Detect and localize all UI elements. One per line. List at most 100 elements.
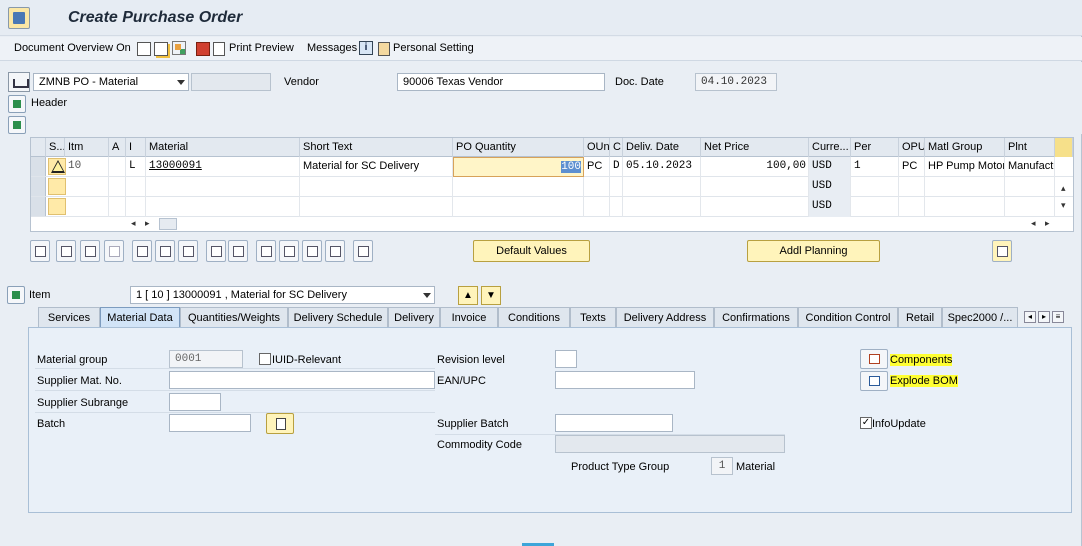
next-item-icon[interactable]: ▼ xyxy=(481,286,501,305)
cell-net-price[interactable]: 100,00 xyxy=(701,157,809,177)
col-account-assignment[interactable]: A xyxy=(109,138,126,157)
row-selector[interactable] xyxy=(31,177,46,196)
cart-icon[interactable] xyxy=(8,72,30,92)
clear-filter-icon[interactable] xyxy=(325,240,345,262)
delete-icon[interactable] xyxy=(132,240,152,262)
cell-material[interactable] xyxy=(146,197,300,217)
cell-account-assignment[interactable] xyxy=(109,197,126,217)
batch-field[interactable] xyxy=(169,414,251,432)
row-selector[interactable] xyxy=(31,157,46,176)
cell-item-category[interactable] xyxy=(126,197,146,217)
tab-texts[interactable]: Texts xyxy=(570,307,616,328)
cell-net-price[interactable] xyxy=(701,197,809,217)
cell-order-unit[interactable] xyxy=(584,177,610,197)
cell-net-price[interactable] xyxy=(701,177,809,197)
tab-delivery-address[interactable]: Delivery Address xyxy=(616,307,714,328)
cell-order-unit[interactable]: PC xyxy=(584,157,610,177)
cell-material[interactable] xyxy=(146,177,300,197)
cell-material-group[interactable] xyxy=(925,177,1005,197)
col-order-price-unit[interactable]: OPU xyxy=(899,138,925,157)
col-net-price[interactable]: Net Price xyxy=(701,138,809,157)
previous-item-icon[interactable]: ▲ xyxy=(458,286,478,305)
ean-upc-field[interactable] xyxy=(555,371,695,389)
select-block-icon[interactable] xyxy=(104,240,124,262)
tab-services[interactable]: Services xyxy=(38,307,100,328)
default-values-button[interactable]: Default Values xyxy=(473,240,590,262)
cell-material-group[interactable] xyxy=(925,197,1005,217)
details-icon[interactable] xyxy=(30,240,50,262)
scroll-down-icon[interactable]: ▾ xyxy=(1061,200,1066,211)
cell-po-quantity[interactable] xyxy=(453,177,584,197)
tab-conditions[interactable]: Conditions xyxy=(498,307,570,328)
tab-delivery-schedule[interactable]: Delivery Schedule xyxy=(288,307,388,328)
scroll-right-icon[interactable]: ▸ xyxy=(145,218,150,229)
col-item[interactable]: Itm xyxy=(65,138,109,157)
cell-short-text[interactable] xyxy=(300,177,453,197)
cell-order-price-unit[interactable] xyxy=(899,177,925,197)
column-config-icon[interactable] xyxy=(1055,138,1073,157)
col-currency[interactable]: Curre... xyxy=(809,138,851,157)
cell-item[interactable]: 10 xyxy=(65,157,109,177)
col-material-group[interactable]: Matl Group xyxy=(925,138,1005,157)
col-short-text[interactable]: Short Text xyxy=(300,138,453,157)
col-material[interactable]: Material xyxy=(146,138,300,157)
info-update-checkbox[interactable]: ✓ xyxy=(860,417,872,429)
supplier-mat-no-field[interactable] xyxy=(169,371,435,389)
help-icon[interactable] xyxy=(992,240,1012,262)
cell-po-quantity[interactable]: 100 xyxy=(453,157,584,177)
doc-date-field[interactable]: 04.10.2023 xyxy=(695,73,777,91)
cell-account-assignment[interactable] xyxy=(109,157,126,177)
create-batch-icon[interactable] xyxy=(266,413,294,434)
cell-material-group[interactable]: HP Pump Motors xyxy=(925,157,1005,177)
cell-per[interactable] xyxy=(851,197,899,217)
check-icon[interactable] xyxy=(196,42,210,56)
cell-delivery-date[interactable] xyxy=(623,177,701,197)
col-po-quantity[interactable]: PO Quantity xyxy=(453,138,584,157)
components-icon[interactable] xyxy=(860,349,888,369)
other-document-icon[interactable] xyxy=(154,42,168,56)
scroll-left-icon[interactable]: ◂ xyxy=(131,218,136,229)
revision-level-field[interactable] xyxy=(555,350,577,368)
cell-material[interactable]: 13000091 xyxy=(146,157,300,177)
print-preview-icon[interactable] xyxy=(213,42,225,56)
vendor-field[interactable]: 90006 Texas Vendor xyxy=(397,73,605,91)
cell-short-text[interactable]: Material for SC Delivery xyxy=(300,157,453,177)
personal-setting-icon[interactable] xyxy=(378,42,390,56)
tab-confirmations[interactable]: Confirmations xyxy=(714,307,798,328)
cell-currency[interactable]: USD xyxy=(809,197,851,217)
hold-icon[interactable] xyxy=(172,41,186,55)
cell-date-category[interactable]: D xyxy=(610,157,623,177)
cell-date-category[interactable] xyxy=(610,197,623,217)
explode-bom-link[interactable]: Explode BOM xyxy=(890,375,958,387)
sort-ascending-icon[interactable] xyxy=(256,240,276,262)
cell-order-price-unit[interactable]: PC xyxy=(899,157,925,177)
sort-descending-icon[interactable] xyxy=(279,240,299,262)
cell-plant[interactable]: Manufactur xyxy=(1005,157,1055,177)
messages-button[interactable]: Messages xyxy=(307,42,357,54)
col-item-category[interactable]: I xyxy=(126,138,146,157)
header-expand-icon[interactable] xyxy=(8,95,26,113)
tab-invoice[interactable]: Invoice xyxy=(440,307,498,328)
addl-planning-button[interactable]: Addl Planning xyxy=(747,240,880,262)
cell-item-category[interactable] xyxy=(126,177,146,197)
tab-quantities-weights[interactable]: Quantities/Weights xyxy=(180,307,288,328)
cell-order-unit[interactable] xyxy=(584,197,610,217)
services-icon[interactable] xyxy=(353,240,373,262)
col-delivery-date[interactable]: Deliv. Date xyxy=(623,138,701,157)
col-plant[interactable]: Plnt xyxy=(1005,138,1055,157)
table-settings-icon[interactable] xyxy=(31,138,46,157)
document-overview-button[interactable]: Document Overview On xyxy=(14,42,131,54)
cell-per[interactable] xyxy=(851,177,899,197)
cell-item[interactable] xyxy=(65,177,109,197)
tab-retail[interactable]: Retail xyxy=(898,307,942,328)
cell-po-quantity[interactable] xyxy=(453,197,584,217)
supplier-batch-field[interactable] xyxy=(555,414,673,432)
cell-item[interactable] xyxy=(65,197,109,217)
col-order-unit[interactable]: OUn xyxy=(584,138,610,157)
lock-icon[interactable] xyxy=(155,240,175,262)
tab-scroll-right-icon[interactable]: ▸ xyxy=(1038,311,1050,323)
col-status[interactable]: S... xyxy=(46,138,65,157)
personal-setting-button[interactable]: Personal Setting xyxy=(393,42,474,54)
item-dropdown[interactable]: 1 [ 10 ] 13000091 , Material for SC Deli… xyxy=(130,286,435,304)
table-row[interactable]: USD xyxy=(31,177,1073,197)
